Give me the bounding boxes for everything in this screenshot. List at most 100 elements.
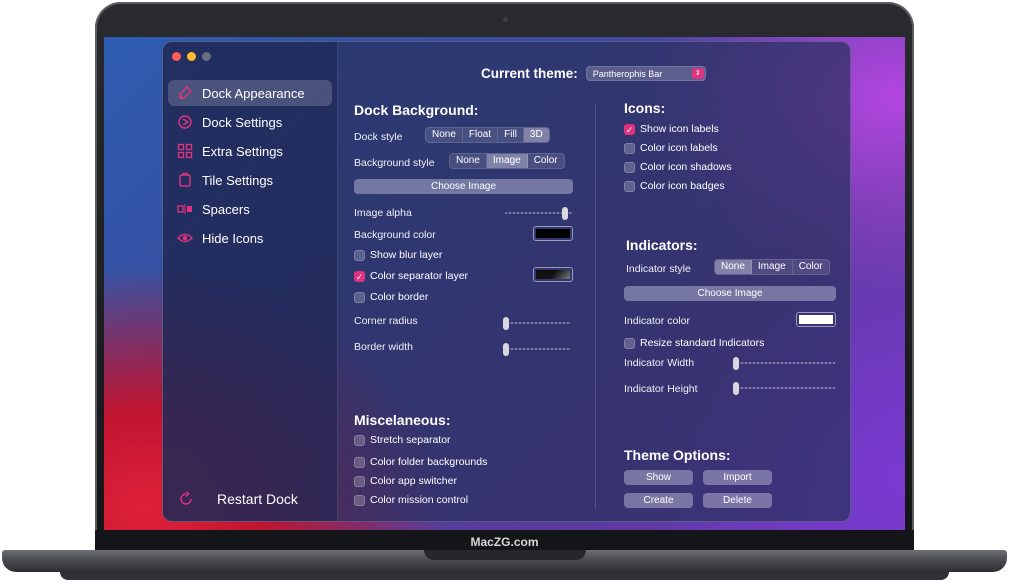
resize-standard-indicators-checkbox[interactable]: Resize standard Indicators xyxy=(624,337,764,349)
corner-radius-label: Corner radius xyxy=(354,315,418,327)
checkmark-icon[interactable]: ✓ xyxy=(624,123,635,135)
corner-radius-slider[interactable] xyxy=(503,317,571,330)
stretch-separator-checkbox[interactable]: Stretch separator xyxy=(354,434,451,446)
background-style-segmented: None Image Color xyxy=(449,153,565,169)
checkbox-box[interactable] xyxy=(354,434,365,446)
slider-track xyxy=(503,322,571,324)
sidebar-nav: Dock Appearance Dock Settings Extra Sett… xyxy=(168,80,332,254)
image-alpha-slider[interactable] xyxy=(505,207,573,220)
checkbox-label: Show blur layer xyxy=(370,249,443,261)
background-color-label: Background color xyxy=(354,229,436,241)
show-theme-button[interactable]: Show xyxy=(624,470,693,485)
current-theme-label: Current theme: xyxy=(481,66,578,81)
sidebar-item-hide-icons[interactable]: Hide Icons xyxy=(168,225,332,251)
import-theme-button[interactable]: Import xyxy=(703,470,772,485)
color-border-checkbox[interactable]: Color border xyxy=(354,291,428,303)
sidebar-item-extra-settings[interactable]: Extra Settings xyxy=(168,138,332,164)
app-window: Dock Appearance Dock Settings Extra Sett… xyxy=(162,41,851,522)
bg-style-color[interactable]: Color xyxy=(528,154,564,168)
dock-style-3d[interactable]: 3D xyxy=(523,128,549,142)
slider-knob[interactable] xyxy=(733,357,739,370)
color-swatch xyxy=(536,229,570,238)
bg-style-none[interactable]: None xyxy=(450,154,487,168)
dock-style-float[interactable]: Float xyxy=(463,128,499,142)
indicator-height-slider[interactable] xyxy=(733,382,836,395)
theme-select-value: Pantherophis Bar xyxy=(592,68,663,79)
dock-style-fill[interactable]: Fill xyxy=(498,128,524,142)
sidebar-item-label: Extra Settings xyxy=(202,143,283,159)
dock-settings-icon xyxy=(176,113,194,131)
checkbox-label: Color icon shadows xyxy=(640,161,732,173)
sidebar-item-dock-appearance[interactable]: Dock Appearance xyxy=(168,80,332,106)
choose-image-button[interactable]: Choose Image xyxy=(354,179,573,194)
checkbox-box[interactable] xyxy=(624,142,635,154)
indicator-choose-image-button[interactable]: Choose Image xyxy=(624,286,836,301)
theme-select[interactable]: Pantherophis Bar ⇕ xyxy=(585,66,706,81)
image-alpha-label: Image alpha xyxy=(354,207,412,219)
chevron-updown-icon: ⇕ xyxy=(691,68,704,79)
theme-options-heading: Theme Options: xyxy=(624,447,731,463)
checkbox-box[interactable] xyxy=(354,456,365,468)
column-divider xyxy=(595,104,596,509)
color-swatch xyxy=(536,270,570,279)
dock-style-segmented: None Float Fill 3D xyxy=(425,127,550,143)
indicator-width-label: Indicator Width xyxy=(624,357,695,369)
close-button[interactable] xyxy=(172,52,181,61)
checkbox-box[interactable] xyxy=(354,249,365,261)
slider-track xyxy=(733,362,836,364)
background-color-well[interactable] xyxy=(533,226,573,241)
theme-row: Current theme: Pantherophis Bar ⇕ xyxy=(481,66,706,81)
checkbox-box[interactable] xyxy=(354,291,365,303)
checkmark-icon[interactable]: ✓ xyxy=(354,270,365,282)
grid-icon xyxy=(176,142,194,160)
checkbox-box[interactable] xyxy=(624,180,635,192)
color-separator-layer-checkbox[interactable]: ✓ Color separator layer xyxy=(354,270,468,282)
slider-knob[interactable] xyxy=(562,207,568,220)
restart-dock-button[interactable]: Restart Dock xyxy=(177,490,298,508)
border-width-slider[interactable] xyxy=(503,343,571,356)
checkbox-box[interactable] xyxy=(624,161,635,173)
color-app-switcher-checkbox[interactable]: Color app switcher xyxy=(354,475,457,487)
indicator-style-label: Indicator style xyxy=(626,263,691,275)
tile-icon xyxy=(176,171,194,189)
sidebar-item-dock-settings[interactable]: Dock Settings xyxy=(168,109,332,135)
minimize-button[interactable] xyxy=(187,52,196,61)
checkbox-label: Stretch separator xyxy=(370,434,451,446)
checkbox-label: Color mission control xyxy=(370,494,469,506)
slider-knob[interactable] xyxy=(503,317,509,330)
bg-style-image[interactable]: Image xyxy=(486,154,528,168)
checkbox-box[interactable] xyxy=(624,337,635,349)
color-icon-shadows-checkbox[interactable]: Color icon shadows xyxy=(624,161,732,173)
dock-style-none[interactable]: None xyxy=(426,128,463,142)
miscellaneous-heading: Miscelaneous: xyxy=(354,412,451,428)
sidebar-item-spacers[interactable]: Spacers xyxy=(168,196,332,222)
checkbox-box[interactable] xyxy=(354,475,365,487)
show-blur-layer-checkbox[interactable]: Show blur layer xyxy=(354,249,442,261)
slider-knob[interactable] xyxy=(503,343,509,356)
checkbox-box[interactable] xyxy=(354,494,365,506)
color-icon-badges-checkbox[interactable]: Color icon badges xyxy=(624,180,725,192)
create-theme-button[interactable]: Create xyxy=(624,493,693,508)
show-icon-labels-checkbox[interactable]: ✓ Show icon labels xyxy=(624,123,719,135)
indicator-style-none[interactable]: None xyxy=(715,260,752,274)
color-icon-labels-checkbox[interactable]: Color icon labels xyxy=(624,142,718,154)
color-folder-backgrounds-checkbox[interactable]: Color folder backgrounds xyxy=(354,456,487,468)
separator-color-well[interactable] xyxy=(533,267,573,282)
checkbox-label: Color app switcher xyxy=(370,475,457,487)
sidebar-item-tile-settings[interactable]: Tile Settings xyxy=(168,167,332,193)
indicator-width-slider[interactable] xyxy=(733,357,836,370)
indicator-style-color[interactable]: Color xyxy=(793,260,829,274)
checkbox-label: Color separator layer xyxy=(370,270,469,282)
sidebar-item-label: Spacers xyxy=(202,201,250,217)
indicator-color-well[interactable] xyxy=(796,312,836,327)
sidebar-item-label: Tile Settings xyxy=(202,172,274,188)
laptop-foot xyxy=(60,572,949,580)
zoom-button[interactable] xyxy=(202,52,211,61)
main-content: Current theme: Pantherophis Bar ⇕ Dock B… xyxy=(339,42,850,521)
slider-knob[interactable] xyxy=(733,382,739,395)
delete-theme-button[interactable]: Delete xyxy=(703,493,772,508)
indicator-style-image[interactable]: Image xyxy=(752,260,793,274)
indicators-heading: Indicators: xyxy=(626,237,698,253)
color-mission-control-checkbox[interactable]: Color mission control xyxy=(354,494,468,506)
border-width-label: Border width xyxy=(354,341,413,353)
